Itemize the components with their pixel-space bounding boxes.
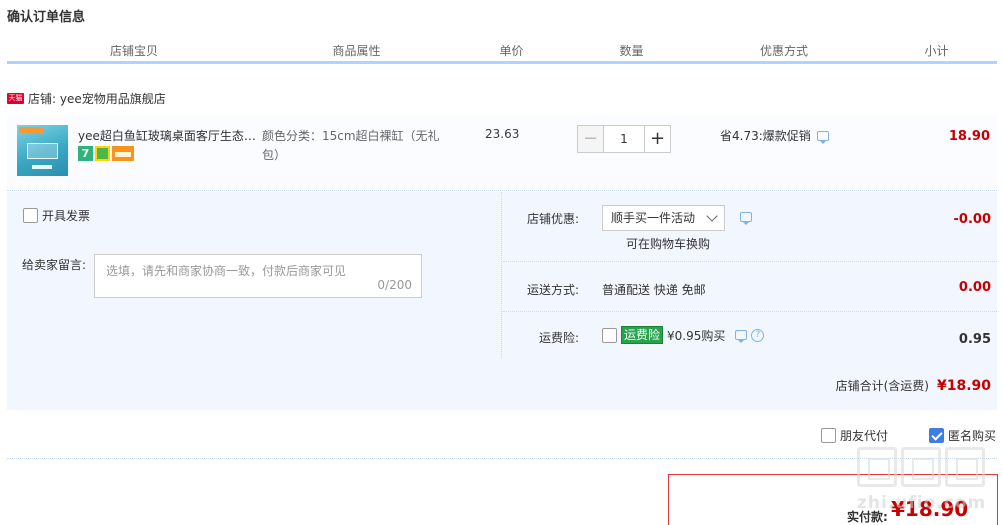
shipping-insurance-row: 运费险: 运费险 ¥0.95购买 ? 0.95 [503,312,997,358]
shop-line: 天猫 店铺: yee宠物用品旗舰店 [7,90,166,107]
help-icon[interactable]: ? [751,328,765,342]
friend-pay-checkbox[interactable] [821,428,836,443]
shipping-method: 普通配送 快递 免邮 [602,283,706,297]
order-item-row: yee超白鱼缸玻璃桌面客厅生态鱼缸 7 颜色分类：15cm超白裸缸（无礼包） 2… [7,115,997,191]
shop-discount-amount: -0.00 [953,212,991,227]
shop-discount-select[interactable]: 顺手买一件活动 [602,205,725,231]
col-subtotal: 小计 [877,40,997,61]
product-thumbnail[interactable] [17,125,68,176]
anonymous-checkbox[interactable] [929,428,944,443]
anonymous-label: 匿名购买 [948,429,997,443]
shop-discount-label: 店铺优惠: [527,212,580,226]
service-icons: 7 [78,146,134,161]
shop-discount-row: 店铺优惠: 顺手买一件活动 可在购物车换购 -0.00 [503,192,997,262]
payment-options: 朋友代付 匿名购买 [7,425,997,459]
credit-card-icon[interactable] [112,146,134,161]
col-attributes: 商品属性 [262,40,452,61]
memo-label: 给卖家留言: [22,258,87,272]
product-name-link[interactable]: yee超白鱼缸玻璃桌面客厅生态鱼缸 [78,127,258,144]
invoice-checkbox[interactable] [23,208,38,223]
shipping-label: 运送方式: [527,283,580,297]
quantity-stepper: − 1 + [577,125,671,153]
chat-bubble-icon[interactable] [735,330,748,343]
memo-placeholder: 选填，请先和商家协商一致，付款后商家可见 [106,264,347,278]
col-discount: 优惠方式 [692,40,877,61]
product-attributes: 颜色分类：15cm超白裸缸（无礼包） [262,129,440,162]
chevron-down-icon [706,210,718,222]
memo-textarea[interactable]: 选填，请先和商家协商一致，付款后商家可见 0/200 [94,254,422,298]
insurance-price: ¥0.95购买 [667,328,726,343]
actual-payment-amount: ¥18.90 [891,497,969,521]
item-subtotal: 18.90 [948,129,990,144]
invoice-label: 开具发票 [42,209,91,223]
shop-discount-note: 可在购物车换购 [626,237,711,251]
invoice-option[interactable]: 开具发票 [23,207,90,224]
actual-payment-box: 实付款: ¥18.90 [668,474,998,525]
quantity-decrease-button[interactable]: − [577,125,604,153]
friend-pay-option[interactable]: 朋友代付 [821,427,888,444]
col-quantity: 数量 [572,40,692,61]
page-title: 确认订单信息 [7,10,86,25]
order-options-panel: 开具发票 给卖家留言: 选填，请先和商家协商一致，付款后商家可见 0/200 店… [7,192,997,410]
guarantee-icon[interactable] [95,146,110,161]
insurance-label: 运费险: [539,331,580,345]
chat-bubble-icon[interactable] [816,130,829,144]
aquarium-image [27,143,58,159]
shipping-row: 运送方式: 普通配送 快递 免邮 0.00 [503,262,997,312]
promotion-text: 省4.73:爆款促销 [720,129,811,143]
quantity-input[interactable]: 1 [604,125,644,153]
shop-total: 店铺合计(含运费) ¥18.90 [836,377,991,394]
thumbnail-tag [19,127,43,133]
shop-discount-value: 顺手买一件活动 [611,211,696,225]
col-shop: 店铺宝贝 [7,40,262,61]
insurance-amount: 0.95 [958,332,991,347]
tmall-icon: 天猫 [7,93,24,104]
insurance-option: 运费险 ¥0.95购买 ? [602,326,765,344]
shop-total-label: 店铺合计(含运费) [835,379,929,393]
shop-name-link[interactable]: 店铺: yee宠物用品旗舰店 [28,90,166,107]
shop-total-amount: ¥18.90 [936,377,991,394]
actual-payment-label: 实付款: [847,510,888,524]
friend-pay-label: 朋友代付 [840,429,889,443]
unit-price: 23.63 [485,127,520,141]
anonymous-purchase-option[interactable]: 匿名购买 [929,427,996,444]
insurance-checkbox[interactable] [602,327,617,343]
thumbnail-caption [32,165,52,169]
insurance-badge: 运费险 [621,326,664,344]
promotion: 省4.73:爆款促销 [720,127,829,144]
memo-char-count: 0/200 [377,278,412,292]
col-unit-price: 单价 [452,40,572,61]
chat-bubble-icon[interactable] [740,212,752,225]
quantity-increase-button[interactable]: + [644,125,671,153]
table-header: 店铺宝贝 商品属性 单价 数量 优惠方式 小计 [7,40,997,64]
seven-day-return-icon[interactable]: 7 [78,146,93,161]
shipping-amount: 0.00 [958,280,991,295]
options-left: 开具发票 给卖家留言: 选填，请先和商家协商一致，付款后商家可见 0/200 [7,192,502,358]
